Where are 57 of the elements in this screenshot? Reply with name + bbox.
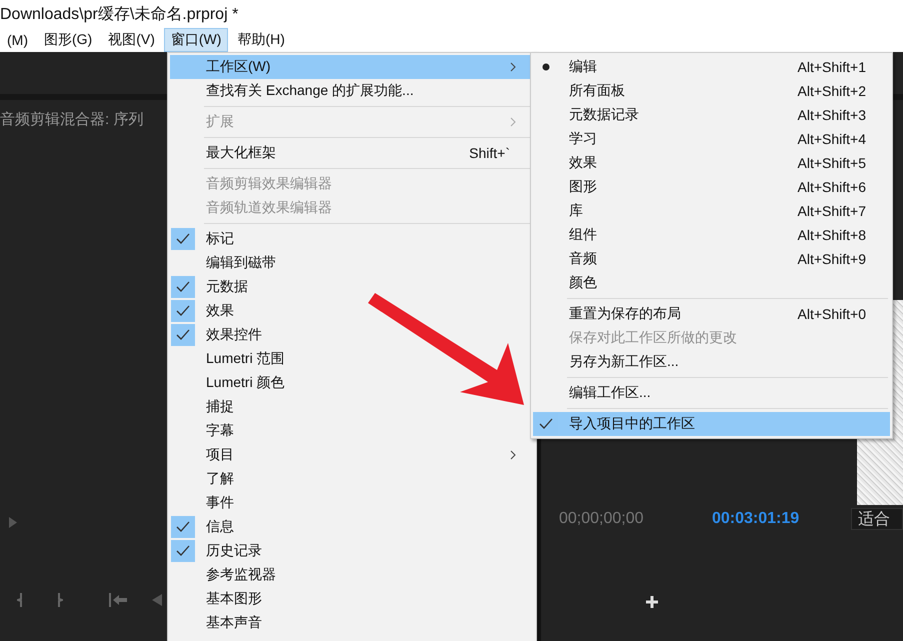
menubar-item[interactable]: 视图(V) <box>101 28 162 52</box>
check-icon <box>176 281 190 293</box>
mark-out-icon[interactable] <box>57 592 63 608</box>
menu-item[interactable]: 基本图形 <box>170 587 534 611</box>
check-icon <box>176 233 190 245</box>
window-title: Downloads\pr缓存\未命名.prproj * <box>0 4 238 24</box>
menu-item[interactable]: Lumetri 颜色 <box>170 371 534 395</box>
menu-item[interactable]: 音频 Alt+Shift+9 <box>533 247 890 271</box>
menu-item[interactable]: 学习 Alt+Shift+4 <box>533 127 890 151</box>
menu-item[interactable]: 效果控件 <box>170 323 534 347</box>
bullet-icon <box>542 63 550 71</box>
menu-item[interactable]: 基本声音 <box>170 611 534 635</box>
menu-item[interactable]: 所有面板 Alt+Shift+2 <box>533 79 890 103</box>
timecode: 00:03:01:19 <box>712 510 800 528</box>
check-icon <box>176 521 190 533</box>
menu-item[interactable]: Lumetri 范围 <box>170 347 534 371</box>
menubar-item[interactable]: 窗口(W) <box>164 28 228 52</box>
menu-item[interactable]: 编辑到磁带 <box>170 251 534 275</box>
menu-item[interactable]: 编辑 Alt+Shift+1 <box>533 55 890 79</box>
menu-item[interactable]: 元数据 <box>170 275 534 299</box>
menubar-item[interactable]: 图形(G) <box>37 28 100 52</box>
menu-item[interactable]: 事件 <box>170 491 534 515</box>
play-icon[interactable] <box>9 517 17 528</box>
menu-item[interactable]: 了解 <box>170 467 534 491</box>
menu-item[interactable]: 效果 Alt+Shift+5 <box>533 151 890 175</box>
menu-item[interactable]: 项目 <box>170 443 534 467</box>
step-back-icon[interactable] <box>152 594 162 606</box>
menu-item[interactable]: 元数据记录 Alt+Shift+3 <box>533 103 890 127</box>
menu-item[interactable]: 历史记录 <box>170 539 534 563</box>
menu-item[interactable]: 重置为保存的布局 Alt+Shift+0 <box>533 302 890 326</box>
menubar-item[interactable]: (M) <box>0 28 35 52</box>
mark-in-icon[interactable] <box>17 592 23 608</box>
menu-item[interactable]: 捕捉 <box>170 395 534 419</box>
menu-item[interactable]: 组件 Alt+Shift+8 <box>533 223 890 247</box>
menu-item[interactable]: 标记 <box>170 227 534 251</box>
menu-item[interactable]: 另存为新工作区... <box>533 350 890 374</box>
menu-item[interactable]: 查找有关 Exchange 的扩展功能... <box>170 79 534 103</box>
menu-item[interactable]: 信息 <box>170 515 534 539</box>
go-to-in-icon[interactable] <box>108 592 128 608</box>
panel-title: 音频剪辑混合器: 序列 <box>0 110 144 129</box>
menu-item[interactable]: 参考监视器 <box>170 563 534 587</box>
menu-item[interactable]: 颜色 <box>533 271 890 295</box>
check-icon <box>176 545 190 557</box>
menubar-item[interactable]: 帮助(H) <box>230 28 292 52</box>
menu-item[interactable]: 图形 Alt+Shift+6 <box>533 175 890 199</box>
zoom-dropdown[interactable]: 适合 <box>851 508 903 530</box>
timecode: 00;00;00;00 <box>559 510 644 528</box>
menu-item[interactable]: 导入项目中的工作区 <box>533 412 890 436</box>
plus-icon <box>645 595 659 609</box>
menu-item[interactable]: 字幕 <box>170 419 534 443</box>
check-icon <box>176 305 190 317</box>
menu-item[interactable]: 编辑工作区... <box>533 381 890 405</box>
menu-item[interactable]: 效果 <box>170 299 534 323</box>
check-icon <box>176 329 190 341</box>
check-icon <box>539 418 553 430</box>
menu-item[interactable]: 库 Alt+Shift+7 <box>533 199 890 223</box>
menu-item[interactable]: 最大化框架 Shift+` <box>170 141 534 165</box>
